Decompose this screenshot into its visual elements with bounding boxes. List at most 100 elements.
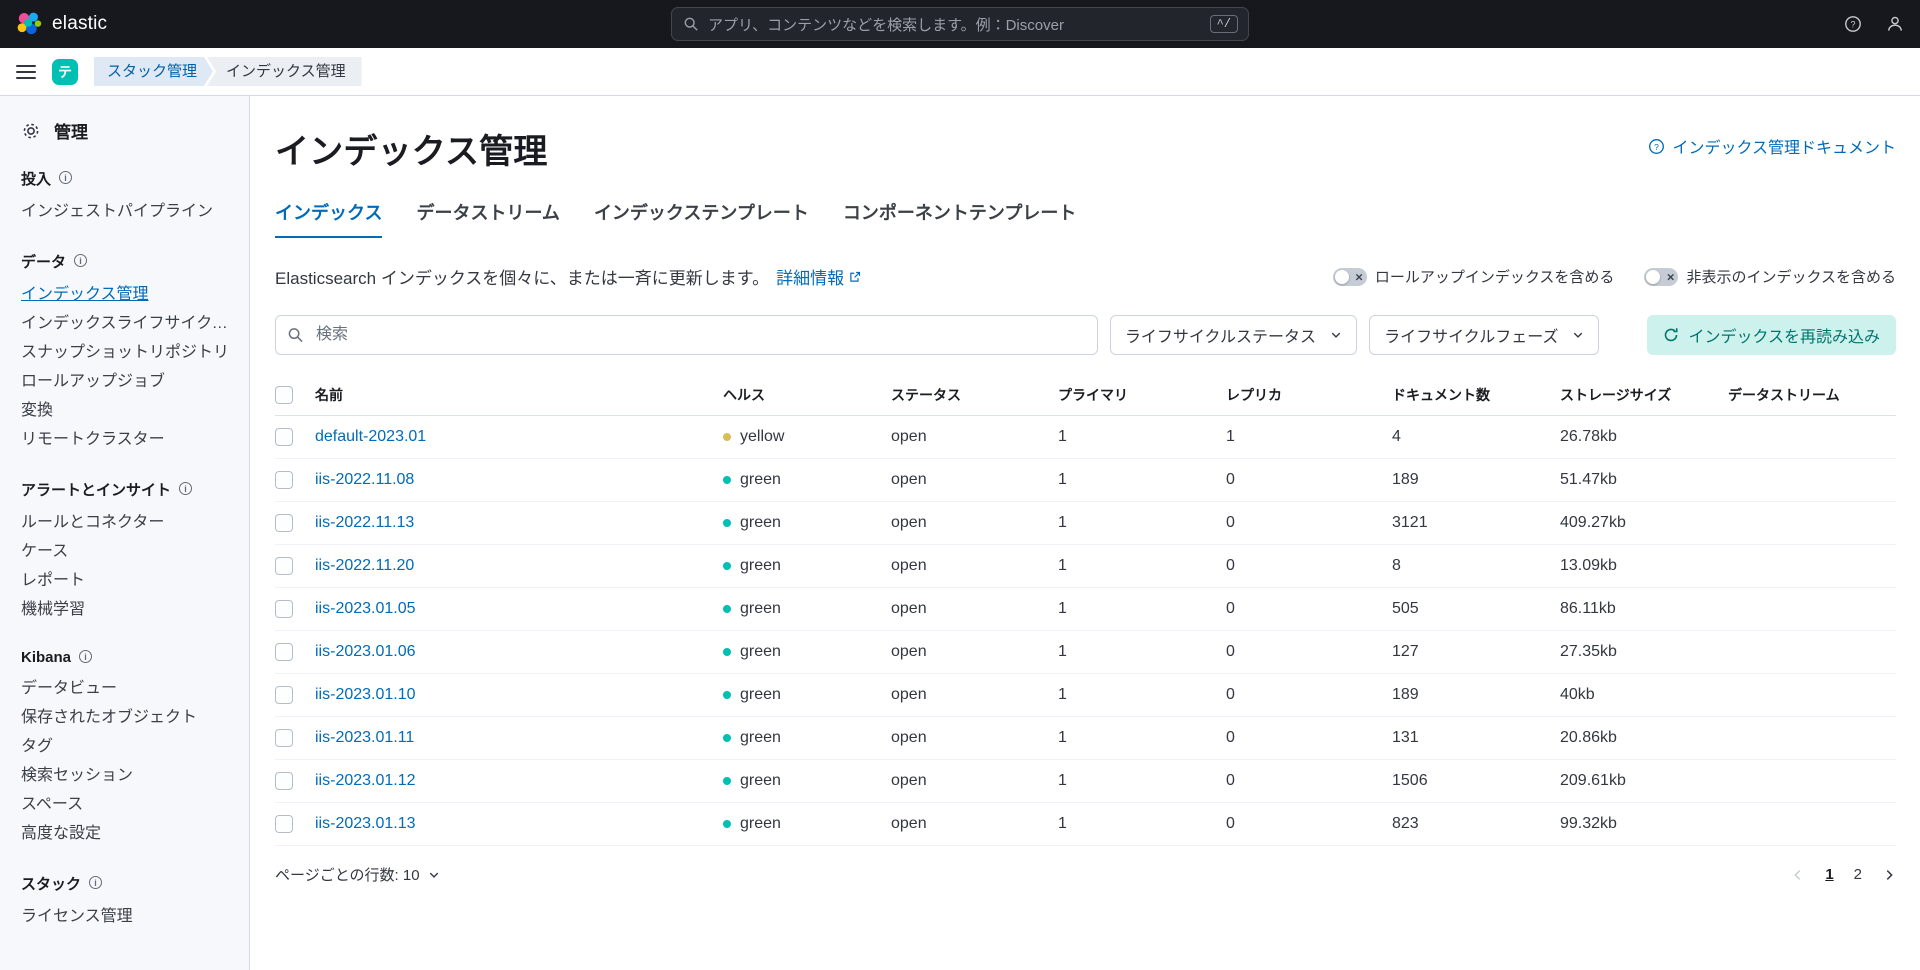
row-checkbox[interactable]	[275, 814, 293, 833]
tab[interactable]: データストリーム	[416, 199, 559, 238]
health-cell: green	[723, 557, 883, 575]
breadcrumb-stack-management[interactable]: スタック管理	[94, 57, 213, 86]
documentation-link[interactable]: ? インデックス管理ドキュメント	[1648, 134, 1896, 158]
filter-dropdown[interactable]: ライフサイクルステータス	[1109, 315, 1358, 355]
storage-size-cell: 86.11kb	[1560, 587, 1728, 631]
row-checkbox[interactable]	[275, 470, 293, 489]
sidebar-item[interactable]: タグ	[21, 732, 235, 761]
docs-count-cell: 1506	[1392, 759, 1560, 803]
sidebar-item[interactable]: インジェストパイプライン	[21, 197, 235, 226]
sidebar-item[interactable]: ロールアップジョブ	[21, 367, 235, 396]
page-number[interactable]: 2	[1854, 866, 1862, 883]
index-name-link[interactable]: iis-2022.11.08	[315, 471, 414, 488]
column-header[interactable]: ヘルス	[723, 379, 891, 416]
health-label: green	[740, 643, 781, 660]
info-icon: i	[179, 482, 193, 495]
replica-cell: 0	[1226, 587, 1392, 631]
index-name-link[interactable]: iis-2023.01.11	[315, 729, 414, 746]
sidebar-item[interactable]: インデックス管理	[21, 280, 235, 309]
index-name-link[interactable]: iis-2023.01.06	[315, 643, 416, 660]
column-header[interactable]: ドキュメント数	[1392, 379, 1560, 416]
table-row: iis-2023.01.05 green open 1 0 505 86.11k…	[275, 587, 1896, 631]
health-cell: green	[723, 471, 883, 489]
breadcrumb: スタック管理 インデックス管理	[94, 57, 362, 86]
index-name-link[interactable]: iis-2022.11.20	[315, 557, 414, 574]
global-search-input[interactable]: アプリ、コンテンツなどを検索します。例：Discover ^/	[671, 7, 1249, 41]
sidebar-item[interactable]: 保存されたオブジェクト	[21, 703, 235, 732]
sidebar-item[interactable]: 検索セッション	[21, 761, 235, 790]
select-all-checkbox[interactable]	[275, 386, 293, 405]
space-badge[interactable]: テ	[52, 58, 78, 85]
index-name-link[interactable]: iis-2023.01.12	[315, 772, 416, 789]
search-icon	[684, 17, 698, 31]
table-row: iis-2022.11.08 green open 1 0 189 51.47k…	[275, 458, 1896, 502]
sidebar-item[interactable]: スナップショットリポジトリ	[21, 338, 235, 367]
index-name-link[interactable]: iis-2023.01.05	[315, 600, 416, 617]
index-name-link[interactable]: iis-2023.01.10	[315, 686, 416, 703]
help-icon[interactable]: ?	[1844, 15, 1862, 33]
sidebar-item[interactable]: ケース	[21, 537, 235, 566]
sidebar-item[interactable]: スペース	[21, 790, 235, 819]
docs-count-cell: 131	[1392, 716, 1560, 760]
filter-dropdown[interactable]: ライフサイクルフェーズ	[1369, 315, 1600, 355]
column-header[interactable]: 名前	[315, 379, 723, 416]
column-header[interactable]: レプリカ	[1226, 379, 1392, 416]
row-checkbox[interactable]	[275, 556, 293, 575]
row-checkbox[interactable]	[275, 771, 293, 790]
sidebar-item[interactable]: ライセンス管理	[21, 902, 235, 931]
switch-track: ×	[1332, 267, 1367, 286]
pagination: 1 2	[1791, 866, 1896, 883]
health-cell: green	[723, 600, 883, 618]
storage-size-cell: 27.35kb	[1560, 630, 1728, 674]
menu-button[interactable]	[16, 64, 36, 79]
sidebar-item[interactable]: レポート	[21, 566, 235, 595]
sidebar-item[interactable]: インデックスライフサイクル...	[21, 309, 235, 338]
tab[interactable]: インデックステンプレート	[594, 199, 809, 238]
storage-size-cell: 51.47kb	[1560, 458, 1728, 502]
column-header[interactable]: ステータス	[891, 379, 1058, 416]
elastic-logo[interactable]: elastic	[16, 11, 107, 37]
next-page-button[interactable]	[1882, 868, 1896, 882]
toggle-switch[interactable]: × ロールアップインデックスを含める	[1332, 266, 1614, 287]
index-management-page: インデックス管理 ? インデックス管理ドキュメント インデックス データストリー…	[250, 96, 1920, 970]
toggle-switch[interactable]: × 非表示のインデックスを含める	[1644, 266, 1896, 287]
sidebar-item[interactable]: データビュー	[21, 674, 235, 703]
primary-cell: 1	[1058, 458, 1226, 502]
sidebar-item[interactable]: 機械学習	[21, 595, 235, 624]
sidebar-item[interactable]: リモートクラスター	[21, 425, 235, 454]
table-row: iis-2022.11.20 green open 1 0 8 13.09kb	[275, 544, 1896, 588]
column-header[interactable]: プライマリ	[1058, 379, 1226, 416]
column-header[interactable]: ストレージサイズ	[1560, 379, 1728, 416]
user-avatar-icon[interactable]	[1886, 15, 1904, 33]
row-checkbox[interactable]	[275, 427, 293, 446]
row-checkbox[interactable]	[275, 513, 293, 532]
index-search-input[interactable]	[275, 315, 1098, 355]
reload-indices-button[interactable]: インデックスを再読み込み	[1647, 315, 1896, 355]
data-stream-cell	[1728, 630, 1896, 674]
index-name-link[interactable]: iis-2022.11.13	[315, 514, 414, 531]
row-checkbox[interactable]	[275, 599, 293, 618]
sidebar-item[interactable]: ルールとコネクター	[21, 508, 235, 537]
sidebar-item[interactable]: 高度な設定	[21, 819, 235, 848]
rows-per-page-selector[interactable]: ページごとの行数: 10	[275, 864, 440, 885]
index-name-link[interactable]: iis-2023.01.13	[315, 815, 416, 832]
tab[interactable]: インデックス	[275, 199, 383, 238]
data-stream-cell	[1728, 802, 1896, 846]
page-number[interactable]: 1	[1825, 866, 1833, 883]
data-stream-cell	[1728, 501, 1896, 545]
index-name-link[interactable]: default-2023.01	[315, 428, 426, 445]
docs-count-cell: 189	[1392, 673, 1560, 717]
row-checkbox[interactable]	[275, 685, 293, 704]
health-label: green	[740, 557, 781, 574]
global-header: elastic アプリ、コンテンツなどを検索します。例：Discover ^/ …	[0, 0, 1920, 48]
row-checkbox[interactable]	[275, 642, 293, 661]
primary-cell: 1	[1058, 759, 1226, 803]
tab[interactable]: コンポーネントテンプレート	[843, 199, 1076, 238]
column-header[interactable]: データストリーム	[1728, 379, 1896, 416]
row-checkbox[interactable]	[275, 728, 293, 747]
sidebar-item[interactable]: 変換	[21, 396, 235, 425]
storage-size-cell: 99.32kb	[1560, 802, 1728, 846]
table-row: iis-2023.01.12 green open 1 0 1506 209.6…	[275, 759, 1896, 803]
health-label: green	[740, 471, 781, 488]
details-link[interactable]: 詳細情報	[776, 264, 861, 289]
